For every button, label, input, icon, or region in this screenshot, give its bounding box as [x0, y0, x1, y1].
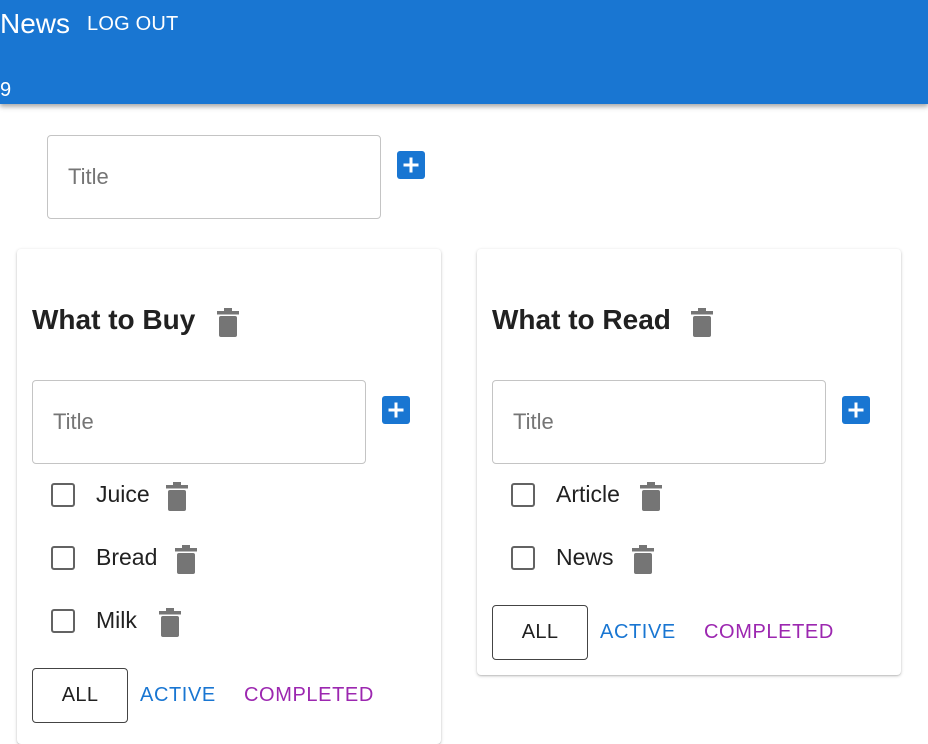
task-title-field[interactable]	[492, 380, 826, 464]
task-checkbox[interactable]	[51, 546, 75, 570]
trash-icon	[691, 308, 713, 337]
task-item: Milk	[51, 602, 211, 642]
delete-task-button[interactable]	[159, 608, 181, 637]
delete-task-button[interactable]	[640, 482, 662, 511]
filter-completed-button[interactable]: COMPLETED	[704, 620, 834, 644]
logout-button[interactable]: LOG OUT	[87, 12, 178, 36]
add-box-icon	[842, 396, 870, 424]
add-task-button[interactable]	[842, 396, 870, 424]
delete-task-button[interactable]	[166, 482, 188, 511]
app-bar: News LOG OUT 9	[0, 0, 928, 104]
task-label: Article	[556, 481, 620, 507]
app-title: News	[0, 8, 71, 39]
trash-icon	[640, 482, 662, 511]
task-checkbox[interactable]	[51, 609, 75, 633]
task-label: Milk	[96, 607, 137, 633]
todolist-title: What to Buy	[32, 304, 196, 335]
add-task-button[interactable]	[382, 396, 410, 424]
task-title-input[interactable]	[493, 381, 825, 463]
add-list-button[interactable]	[397, 151, 425, 179]
new-list-title-field[interactable]	[47, 135, 381, 219]
task-label: News	[556, 544, 614, 570]
task-title-field[interactable]	[32, 380, 366, 464]
filter-active-button[interactable]: ACTIVE	[600, 620, 676, 644]
delete-list-button[interactable]	[691, 308, 713, 337]
trash-icon	[166, 482, 188, 511]
trash-icon	[175, 545, 197, 574]
task-checkbox[interactable]	[511, 483, 535, 507]
task-checkbox[interactable]	[511, 546, 535, 570]
delete-task-button[interactable]	[175, 545, 197, 574]
todolist-title: What to Read	[492, 304, 671, 335]
delete-task-button[interactable]	[632, 545, 654, 574]
app-bar-count: 9	[0, 79, 12, 101]
new-list-title-input[interactable]	[48, 136, 380, 218]
filter-all-button[interactable]: ALL	[492, 605, 588, 660]
filter-completed-button[interactable]: COMPLETED	[244, 683, 374, 707]
add-box-icon	[397, 151, 425, 179]
task-checkbox[interactable]	[51, 483, 75, 507]
trash-icon	[159, 608, 181, 637]
todolist-card: What to Buy Juice Bread	[17, 249, 441, 744]
task-title-input[interactable]	[33, 381, 365, 463]
delete-list-button[interactable]	[217, 308, 239, 337]
trash-icon	[632, 545, 654, 574]
task-label: Juice	[96, 481, 150, 507]
task-label: Bread	[96, 544, 158, 570]
filter-all-button[interactable]: ALL	[32, 668, 128, 723]
add-box-icon	[382, 396, 410, 424]
todolist-card: What to Read Article News	[477, 249, 901, 675]
trash-icon	[217, 308, 239, 337]
filter-active-button[interactable]: ACTIVE	[140, 683, 216, 707]
